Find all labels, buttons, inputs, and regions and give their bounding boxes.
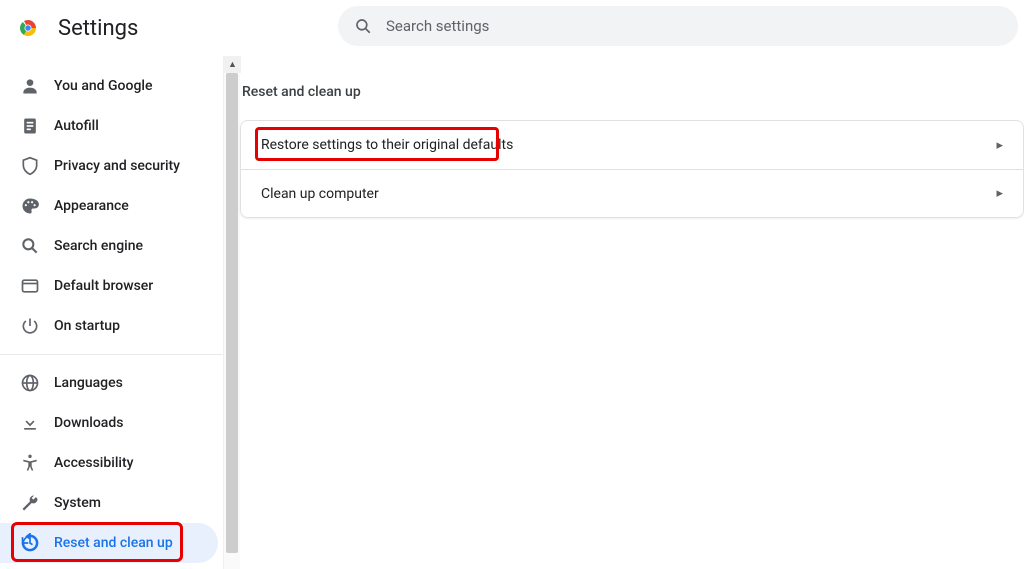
search-icon bbox=[354, 17, 372, 35]
row-label: Clean up computer bbox=[261, 186, 379, 202]
chevron-right-icon: ▸ bbox=[996, 186, 1003, 201]
power-icon bbox=[20, 316, 54, 336]
restore-defaults-row[interactable]: Restore settings to their original defau… bbox=[241, 121, 1023, 169]
sidebar-item-label: Languages bbox=[54, 375, 123, 391]
chevron-right-icon: ▸ bbox=[996, 138, 1003, 153]
sidebar-item-system[interactable]: System bbox=[0, 483, 218, 523]
globe-icon bbox=[20, 373, 54, 393]
sidebar-item-label: System bbox=[54, 495, 101, 511]
chrome-logo-icon bbox=[16, 16, 58, 40]
sidebar-item-label: Default browser bbox=[54, 278, 153, 294]
sidebar-item-search-engine[interactable]: Search engine bbox=[0, 226, 218, 266]
sidebar-item-privacy[interactable]: Privacy and security bbox=[0, 146, 218, 186]
section-title: Reset and clean up bbox=[242, 84, 1024, 100]
scrollbar[interactable]: ▲ bbox=[223, 56, 240, 569]
palette-icon bbox=[20, 196, 54, 216]
sidebar-item-autofill[interactable]: Autofill bbox=[0, 106, 218, 146]
sidebar-item-on-startup[interactable]: On startup bbox=[0, 306, 218, 346]
sidebar-item-downloads[interactable]: Downloads bbox=[0, 403, 218, 443]
sidebar-item-label: On startup bbox=[54, 318, 120, 334]
browser-icon bbox=[20, 276, 54, 296]
shield-icon bbox=[20, 156, 54, 176]
sidebar-item-label: Appearance bbox=[54, 198, 129, 214]
sidebar-item-default-browser[interactable]: Default browser bbox=[0, 266, 218, 306]
sidebar-item-label: Accessibility bbox=[54, 455, 133, 471]
scrollbar-thumb[interactable] bbox=[226, 73, 238, 553]
sidebar-item-label: Autofill bbox=[54, 118, 99, 134]
sidebar: You and Google Autofill Privacy and secu… bbox=[0, 56, 240, 569]
restore-icon bbox=[20, 533, 54, 553]
download-icon bbox=[20, 413, 54, 433]
sidebar-item-you-and-google[interactable]: You and Google bbox=[0, 66, 218, 106]
autofill-icon bbox=[20, 116, 54, 136]
wrench-icon bbox=[20, 493, 54, 513]
page-title: Settings bbox=[58, 16, 138, 41]
sidebar-item-label: Search engine bbox=[54, 238, 143, 254]
reset-card: Restore settings to their original defau… bbox=[240, 120, 1024, 218]
cleanup-computer-row[interactable]: Clean up computer ▸ bbox=[241, 169, 1023, 217]
search-icon bbox=[20, 236, 54, 256]
sidebar-item-languages[interactable]: Languages bbox=[0, 363, 218, 403]
accessibility-icon bbox=[20, 453, 54, 473]
sidebar-item-label: Reset and clean up bbox=[54, 535, 173, 551]
row-label: Restore settings to their original defau… bbox=[261, 137, 513, 153]
scroll-up-icon[interactable]: ▲ bbox=[224, 56, 241, 73]
sidebar-item-appearance[interactable]: Appearance bbox=[0, 186, 218, 226]
sidebar-item-label: Privacy and security bbox=[54, 158, 180, 174]
sidebar-divider bbox=[0, 354, 240, 355]
search-bar[interactable] bbox=[338, 6, 1018, 46]
sidebar-item-reset[interactable]: Reset and clean up bbox=[0, 523, 218, 563]
main-content: Reset and clean up Restore settings to t… bbox=[240, 56, 1024, 569]
sidebar-item-label: Downloads bbox=[54, 415, 123, 431]
person-icon bbox=[20, 76, 54, 96]
sidebar-item-accessibility[interactable]: Accessibility bbox=[0, 443, 218, 483]
search-input[interactable] bbox=[386, 17, 1002, 35]
sidebar-item-label: You and Google bbox=[54, 78, 152, 94]
